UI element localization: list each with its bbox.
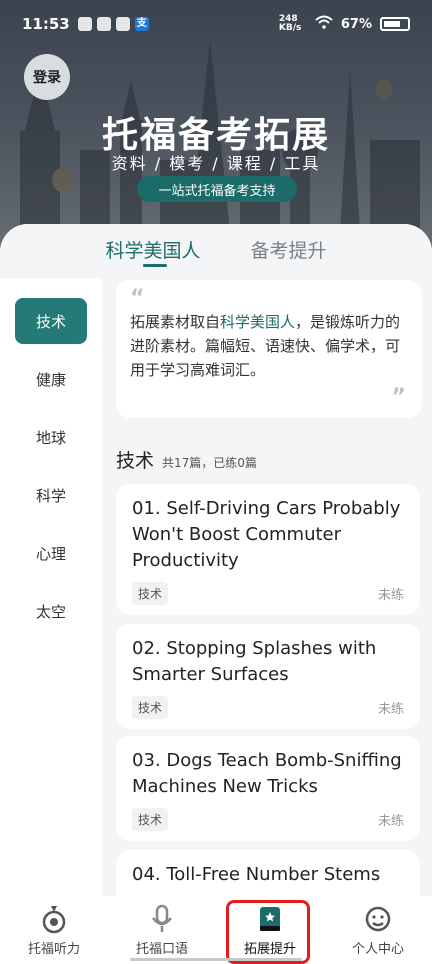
wifi-icon xyxy=(315,15,333,33)
alipay-icon: 支 xyxy=(134,17,149,31)
article-title: 04. Toll-Free Number Stems xyxy=(132,864,381,885)
profile-icon xyxy=(363,904,393,934)
microphone-icon xyxy=(147,904,177,934)
article-status: 未练 xyxy=(377,588,404,603)
sidebar-item-earth[interactable]: 地球 xyxy=(0,408,102,466)
section-title: 技术 xyxy=(116,450,155,472)
close-quote-icon: ” xyxy=(391,385,406,410)
section-progress: 共17篇，已练0篇 xyxy=(162,456,257,470)
nav-toefl-speaking[interactable]: 托福口语 xyxy=(108,896,216,964)
nav-profile[interactable]: 个人中心 xyxy=(324,896,432,964)
notification-icons: 支 xyxy=(77,17,149,31)
article-card[interactable]: 03. Dogs Teach Bomb-Sniffing Machines Ne… xyxy=(116,736,420,841)
article-title: 01. Self-Driving Cars Probably Won't Boo… xyxy=(132,498,401,571)
tab-scientific-american[interactable]: 科学美国人 xyxy=(105,224,201,278)
battery-percent: 67% xyxy=(340,16,372,32)
article-tag: 技术 xyxy=(132,582,169,605)
nav-toefl-listening[interactable]: 托福听力 xyxy=(0,896,108,964)
article-list-area: “ 拓展素材取自科学美国人，是锻炼听力的进阶素材。篇幅短、语速快、偏学术，可用于… xyxy=(102,278,432,964)
category-sidebar: 技术 健康 地球 科学 心理 太空 xyxy=(0,278,102,964)
image-icon xyxy=(77,17,92,31)
sidebar-item-science[interactable]: 科学 xyxy=(0,466,102,524)
login-button[interactable]: 登录 xyxy=(24,54,70,100)
app-icon xyxy=(96,17,111,31)
section-header: 技术 共17篇，已练0篇 xyxy=(116,446,257,473)
nav-label: 托福口语 xyxy=(135,942,188,957)
article-title: 03. Dogs Teach Bomb-Sniffing Machines Ne… xyxy=(132,750,402,797)
article-card[interactable]: 02. Stopping Splashes with Smarter Surfa… xyxy=(116,624,420,729)
hero-banner: 11:53 支 248 KB/s 67% 登录 托福备考拓展 资料 / 模考 /… xyxy=(0,0,432,260)
article-tag: 技术 xyxy=(132,808,169,831)
status-time: 11:53 xyxy=(22,15,70,33)
intro-text: 拓展素材取自科学美国人，是锻炼听力的进阶素材。篇幅短、语速快、偏学术，可用于学习… xyxy=(130,313,401,379)
sidebar-item-space[interactable]: 太空 xyxy=(0,582,102,640)
sidebar-item-psychology[interactable]: 心理 xyxy=(0,524,102,582)
tagline-badge: 一站式托福备考支持 xyxy=(137,176,297,202)
content-panel: 科学美国人 备考提升 技术 健康 地球 科学 心理 太空 “ 拓展素材取自科学美… xyxy=(0,224,432,964)
sidebar-item-label: 技术 xyxy=(15,298,87,344)
active-tab-highlight-box xyxy=(226,900,310,964)
app-icon xyxy=(115,17,130,31)
open-quote-icon: “ xyxy=(130,286,145,311)
home-indicator xyxy=(130,958,302,961)
article-status: 未练 xyxy=(377,702,404,717)
bottom-navigation: 托福听力 托福口语 拓展提升 个人中心 xyxy=(0,896,432,964)
intro-highlight: 科学美国人 xyxy=(220,313,296,331)
article-status: 未练 xyxy=(377,814,404,829)
nav-label: 托福听力 xyxy=(27,942,80,957)
battery-icon xyxy=(380,17,410,31)
sidebar-item-health[interactable]: 健康 xyxy=(0,350,102,408)
sidebar-item-tech[interactable]: 技术 xyxy=(0,292,102,350)
article-tag: 技术 xyxy=(132,696,169,719)
intro-quote-card: “ 拓展素材取自科学美国人，是锻炼听力的进阶素材。篇幅短、语速快、偏学术，可用于… xyxy=(116,280,422,418)
article-title: 02. Stopping Splashes with Smarter Surfa… xyxy=(132,638,377,685)
page-subtitle: 资料 / 模考 / 课程 / 工具 xyxy=(111,154,321,173)
status-right: 248 KB/s 67% xyxy=(279,15,410,33)
top-tabs: 科学美国人 备考提升 xyxy=(0,224,432,278)
nav-label: 个人中心 xyxy=(351,942,404,957)
tab-exam-boost[interactable]: 备考提升 xyxy=(251,224,327,278)
listening-icon xyxy=(39,904,69,934)
article-card[interactable]: 01. Self-Driving Cars Probably Won't Boo… xyxy=(116,484,420,615)
status-bar: 11:53 支 248 KB/s 67% xyxy=(0,0,432,48)
net-speed: 248 KB/s xyxy=(278,14,302,33)
